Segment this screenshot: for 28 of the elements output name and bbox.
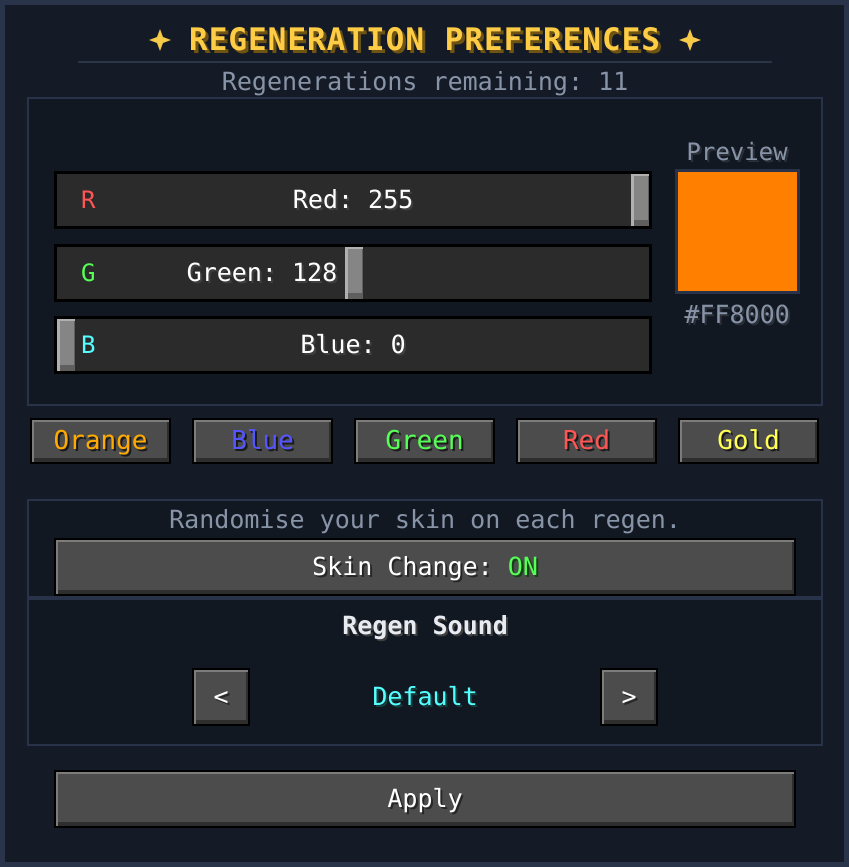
sparkle-icon: [149, 29, 172, 51]
color-slider[interactable]: B Blue: 0: [54, 316, 652, 374]
slider-thumb[interactable]: [345, 246, 364, 298]
next-button[interactable]: >: [600, 668, 658, 726]
preset-button[interactable]: Green: [354, 418, 495, 464]
window-title: REGENERATION PREFERENCES: [189, 21, 661, 60]
slider-value-label: Blue: 0: [300, 331, 406, 359]
sound-title: Regen Sound: [341, 612, 509, 640]
slider-value-label: Green: 128: [186, 258, 338, 286]
channel-letter: G: [81, 258, 96, 286]
color-slider[interactable]: G Green: 128: [54, 244, 652, 302]
slider-value-label: Red: 255: [292, 186, 414, 214]
preview-label: Preview: [686, 138, 788, 166]
sound-value: Default: [371, 683, 479, 711]
skin-caption: Randomise your skin on each regen.: [168, 507, 682, 533]
channel-letter: R: [81, 186, 96, 214]
preset-button[interactable]: Orange: [30, 418, 171, 464]
regenerations-remaining-text: Regenerations remaining: 11: [222, 68, 628, 96]
slider-thumb[interactable]: [57, 319, 75, 371]
previous-button[interactable]: <: [192, 668, 250, 726]
color-slider[interactable]: R Red: 255: [54, 171, 652, 229]
preset-button[interactable]: Gold: [678, 418, 819, 464]
apply-button[interactable]: Apply: [54, 770, 796, 828]
hex-code-text: #FF8000: [684, 301, 790, 329]
slider-thumb[interactable]: [631, 174, 649, 226]
skin-change-toggle[interactable]: Skin Change: ON: [54, 538, 796, 596]
sparkle-icon: [678, 29, 701, 51]
channel-letter: B: [81, 331, 96, 359]
